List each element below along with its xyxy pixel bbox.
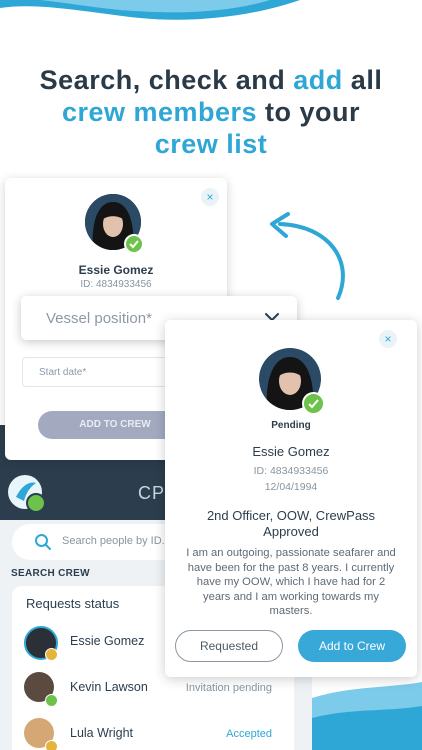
- verified-badge-icon: [26, 493, 46, 513]
- headline-accent: crew list: [154, 129, 268, 159]
- member-name: Lula Wright: [70, 726, 133, 740]
- verified-badge-icon: [124, 234, 144, 254]
- search-icon: [35, 534, 51, 550]
- headline-part: to your: [257, 97, 361, 127]
- crew-dob: 12/04/1994: [264, 481, 318, 493]
- close-icon[interactable]: ×: [201, 188, 219, 206]
- top-wave-decoration: [0, 0, 300, 20]
- member-status: Invitation pending: [185, 682, 272, 694]
- member-name: Essie Gomez: [70, 634, 145, 648]
- crew-bio: I am an outgoing, passionate seafarer an…: [186, 547, 396, 617]
- vessel-position-placeholder: Vessel position*: [46, 310, 152, 327]
- member-name: Kevin Lawson: [70, 680, 148, 694]
- headline-part: all: [342, 65, 383, 95]
- crew-role: 2nd Officer, OOW, CrewPass Approved: [206, 508, 376, 539]
- crew-name: Essie Gomez: [252, 444, 330, 459]
- headline-accent: add: [293, 65, 343, 95]
- pending-badge-icon: [45, 648, 58, 661]
- pending-badge-icon: [45, 740, 58, 750]
- close-icon[interactable]: ×: [379, 330, 397, 348]
- verified-badge-icon: [45, 694, 58, 707]
- headline-part: Search, check and: [39, 65, 294, 95]
- crew-id: ID: 4834933456: [80, 279, 152, 290]
- headline: Search, check and add all crew members t…: [0, 64, 422, 160]
- app-logo: [8, 475, 46, 513]
- crew-id: ID: 4834933456: [253, 465, 329, 477]
- headline-accent: crew members: [61, 97, 258, 127]
- requested-button[interactable]: Requested: [175, 630, 283, 662]
- list-item[interactable]: Lula Wright Accepted: [12, 716, 294, 750]
- verified-badge-icon: [302, 392, 325, 415]
- curved-arrow-icon: [270, 212, 345, 300]
- search-placeholder: Search people by ID...: [62, 535, 171, 547]
- app-title: CP: [138, 483, 166, 503]
- member-status: Accepted: [226, 728, 272, 740]
- crew-name: Essie Gomez: [78, 263, 154, 277]
- crew-profile-card: × Pending Essie Gomez ID: 4834933456 12/…: [165, 320, 417, 677]
- status-badge: Pending: [271, 420, 311, 431]
- section-label: SEARCH CREW: [11, 568, 90, 579]
- start-date-placeholder: Start date*: [39, 367, 87, 378]
- requests-title: Requests status: [26, 596, 120, 611]
- add-to-crew-button[interactable]: Add to Crew: [298, 630, 406, 662]
